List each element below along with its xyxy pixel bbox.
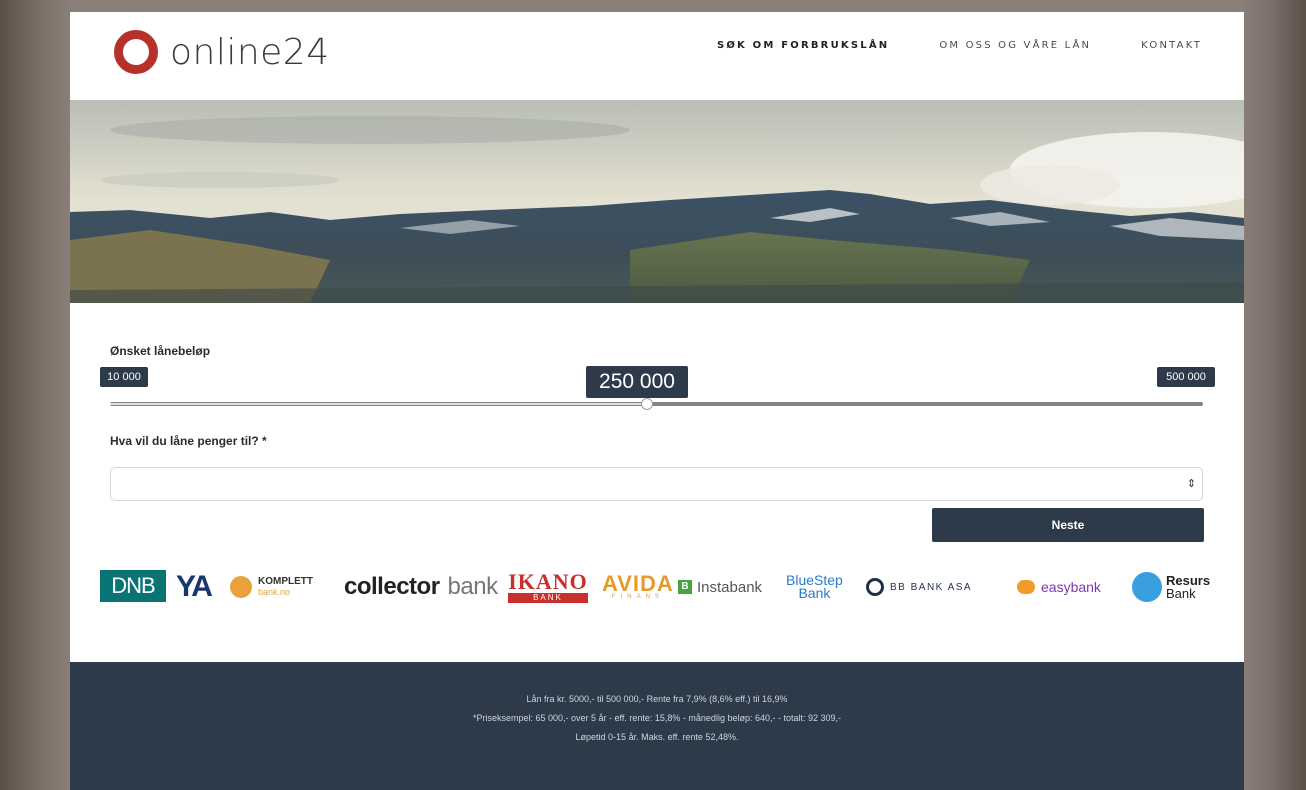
collector-bank-logo: collector bank: [344, 567, 498, 607]
logo-text: online24: [170, 31, 330, 73]
slider-max-label: 500 000: [1157, 367, 1215, 387]
nav-item-apply-loan[interactable]: SØK OM FORBRUKSLÅN: [717, 40, 889, 51]
loan-purpose-select[interactable]: ⇕: [110, 467, 1203, 501]
slider-value-label: 250 000: [586, 366, 688, 398]
mountain-landscape-image: [70, 100, 1244, 303]
site-footer: Lån fra kr. 5000,- til 500 000,- Rente f…: [70, 662, 1244, 790]
easybank-icon: [1017, 580, 1035, 594]
page: online24 SØK OM FORBRUKSLÅN OM OSS OG VÅ…: [70, 12, 1244, 790]
komplett-logo-text: KOMPLETT: [258, 576, 313, 587]
ikano-bank-logo: IKANO BANK: [508, 567, 588, 607]
collector-logo-bank: bank: [447, 573, 499, 600]
ya-bank-logo: YA: [176, 567, 213, 607]
komplett-logo-text-block: KOMPLETT bank.no: [258, 576, 313, 598]
nav-item-about[interactable]: OM OSS OG VÅRE LÅN: [939, 40, 1091, 51]
ya-bank-text: YA: [176, 570, 213, 603]
avida-logo: AVIDA FINANS: [602, 567, 674, 607]
logo[interactable]: online24: [114, 30, 330, 74]
komplett-bank-logo: KOMPLETT bank.no: [230, 567, 313, 607]
footer-line-1: Lån fra kr. 5000,- til 500 000,- Rente f…: [526, 694, 788, 704]
loan-purpose-label: Hva vil du låne penger til? *: [110, 434, 267, 448]
avida-logo-sub: FINANS: [611, 594, 664, 600]
collector-logo-text: collector: [344, 573, 440, 600]
slider-handle[interactable]: [641, 398, 653, 410]
hero-mountain-image: [70, 100, 1244, 303]
bluestep-bank-logo: BlueStep Bank: [786, 567, 843, 607]
dnb-logo: DNB: [100, 570, 166, 602]
komplett-logo-sub: bank.no: [258, 587, 291, 597]
partner-bank-logos: DNB YA KOMPLETT bank.no collector bank IKA…: [100, 567, 1220, 607]
bluestep-logo-sub: Bank: [798, 585, 831, 601]
footer-line-2: *Priseksempel: 65 000,- over 5 år - eff.…: [472, 713, 842, 723]
logo-ring-icon: [114, 30, 158, 74]
next-button[interactable]: Neste: [932, 508, 1204, 542]
resurs-bank-logo: Resurs Bank: [1132, 567, 1210, 607]
easybank-logo-text: easybank: [1041, 579, 1101, 595]
main-nav: SØK OM FORBRUKSLÅN OM OSS OG VÅRE LÅN KO…: [667, 40, 1202, 51]
slider-fill: [110, 403, 646, 405]
footer-line-3: Løpetid 0-15 år. Maks. eff. rente 52,48%…: [575, 732, 739, 742]
select-arrows-icon: ⇕: [1186, 478, 1196, 490]
resurs-logo-text-block: Resurs Bank: [1166, 574, 1210, 600]
bb-bank-logo-text: BB BANK ASA: [890, 581, 973, 593]
ikano-logo-sub: BANK: [508, 592, 588, 603]
nav-item-contact[interactable]: KONTAKT: [1141, 40, 1202, 51]
easybank-logo: easybank: [1017, 567, 1101, 607]
loan-amount-label: Ønsket lånebeløp: [110, 344, 211, 358]
slider-min-label: 10 000: [100, 367, 148, 387]
bb-bank-icon: [866, 578, 884, 596]
avida-logo-text: AVIDA: [602, 571, 674, 596]
site-header: online24 SØK OM FORBRUKSLÅN OM OSS OG VÅ…: [70, 12, 1244, 100]
instabank-logo-text: Instabank: [697, 578, 763, 596]
instabank-logo: B Instabank: [678, 567, 762, 607]
instabank-icon: B: [678, 580, 692, 594]
resurs-icon: [1132, 572, 1162, 602]
loan-amount-slider[interactable]: [110, 398, 1203, 410]
ikano-logo-text: IKANO: [508, 568, 588, 594]
resurs-logo-sub: Bank: [1166, 586, 1196, 601]
komplett-logo-icon: [230, 576, 252, 598]
bb-bank-logo: BB BANK ASA: [866, 567, 972, 607]
